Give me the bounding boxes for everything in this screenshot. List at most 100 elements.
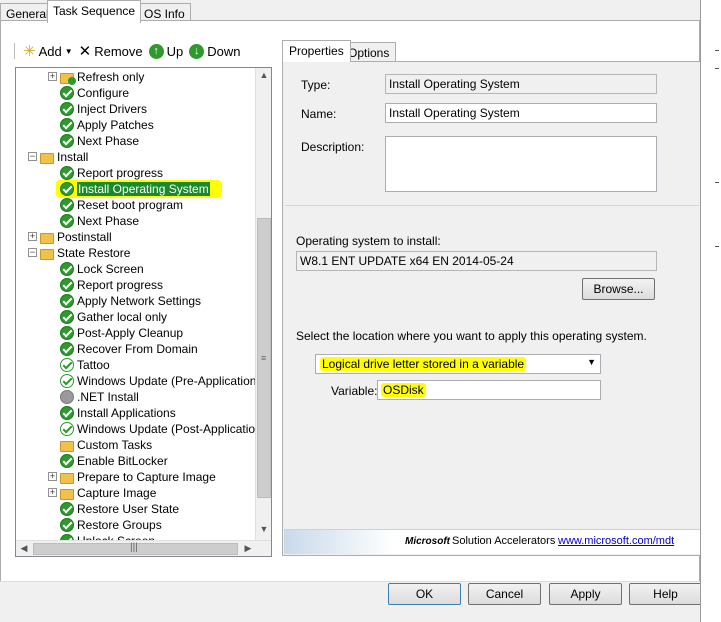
tree-item[interactable]: Tattoo [60, 357, 110, 373]
tree-item[interactable]: Windows Update (Pre-Application Inst [60, 373, 256, 389]
tree-item-label: Windows Update (Post-Application Ins [77, 422, 256, 436]
tree-item[interactable]: Report progress [60, 277, 163, 293]
tree-item-label: Enable BitLocker [77, 454, 168, 468]
tree-item[interactable]: − State Restore [28, 245, 130, 261]
description-field[interactable] [385, 136, 657, 192]
scroll-up-icon[interactable]: ▲ [256, 70, 271, 80]
browse-button[interactable]: Browse... [582, 278, 655, 300]
down-button[interactable]: ↓ Down [189, 43, 241, 59]
folder-icon [40, 152, 54, 164]
location-select[interactable]: Logical drive letter stored in a variabl… [315, 354, 601, 374]
down-label: Down [207, 43, 241, 59]
mdt-link[interactable]: www.microsoft.com/mdt [558, 535, 674, 547]
type-label: Type: [301, 78, 331, 92]
tree-item[interactable]: .NET Install [60, 389, 139, 405]
expand-icon[interactable]: + [48, 72, 57, 81]
tree-item-label: Apply Network Settings [77, 294, 202, 308]
collapse-icon[interactable]: − [28, 152, 37, 161]
check-icon [60, 262, 74, 276]
collapse-icon[interactable]: − [28, 248, 37, 257]
tree-item-label: Custom Tasks [77, 438, 153, 452]
tree-item[interactable]: Install Applications [60, 405, 176, 421]
tree-item[interactable]: Configure [60, 85, 129, 101]
tree-item[interactable]: + Postinstall [28, 229, 112, 245]
cancel-button[interactable]: Cancel [468, 583, 541, 605]
tree-item[interactable]: Next Phase [60, 133, 139, 149]
tree-item[interactable]: Post-Apply Cleanup [60, 325, 183, 341]
tree-item-label: Install [57, 150, 89, 164]
check-outline-icon [60, 358, 74, 372]
tab-properties[interactable]: Properties [282, 40, 351, 62]
tree-item[interactable]: Install Operating System [56, 180, 222, 198]
tree-scroll-thumb[interactable]: ≡ [257, 218, 271, 498]
add-button[interactable]: ✳ Add ▼ [23, 42, 73, 60]
tree-item[interactable]: + Capture Image [48, 485, 156, 501]
tree-item-label: Next Phase [77, 214, 140, 228]
up-button[interactable]: ↑ Up [148, 43, 183, 59]
edge-mark [715, 68, 719, 69]
expand-icon[interactable]: + [28, 232, 37, 241]
variable-field[interactable]: OSDisk [377, 380, 601, 400]
tree-item-label: Report progress [77, 166, 164, 180]
tab-task-sequence[interactable]: Task Sequence [47, 0, 142, 23]
expand-icon[interactable]: + [48, 488, 57, 497]
scroll-down-icon[interactable]: ▼ [256, 524, 271, 534]
tree-item-label: Apply Patches [77, 118, 154, 132]
tree-item[interactable]: Inject Drivers [60, 101, 147, 117]
tree-item[interactable]: Enable BitLocker [60, 453, 168, 469]
check-icon [60, 182, 74, 196]
tree-item[interactable]: Windows Update (Post-Application Ins [60, 421, 256, 437]
name-field[interactable]: Install Operating System [385, 103, 657, 123]
folder-icon [60, 440, 74, 452]
apply-button[interactable]: Apply [549, 583, 622, 605]
help-button[interactable]: Help [629, 583, 702, 605]
tree-item[interactable]: − Install [28, 149, 89, 165]
task-sequence-toolbar: ✳ Add ▼ ✕ Remove ↑ Up ↓ Down [14, 40, 272, 62]
expand-icon[interactable]: + [48, 472, 57, 481]
scroll-right-icon[interactable]: ▶ [240, 543, 256, 554]
tree-item[interactable]: Apply Patches [60, 117, 154, 133]
remove-icon: ✕ [78, 43, 92, 60]
microsoft-logo: Microsoft [405, 536, 450, 547]
branding-graphic [284, 530, 394, 554]
tree-item[interactable]: Lock Screen [60, 261, 144, 277]
check-icon [60, 134, 74, 148]
tree-item[interactable]: Next Phase [60, 213, 139, 229]
tree-item-label: Gather local only [77, 310, 168, 324]
folder-icon [60, 488, 74, 500]
edge-mark [715, 50, 719, 51]
tree-item-label: Postinstall [57, 230, 112, 244]
tree-item[interactable]: Apply Network Settings [60, 293, 201, 309]
task-sequence-tree[interactable]: + Refresh only Configure Inject Drivers Appl… [15, 67, 272, 557]
scroll-left-icon[interactable]: ◀ [16, 543, 32, 554]
tree-item[interactable]: Reset boot program [60, 197, 183, 213]
background-window-edge [700, 0, 721, 622]
tree-item-label: Report progress [77, 278, 164, 292]
folder-icon [40, 232, 54, 244]
tree-item[interactable]: Gather local only [60, 309, 167, 325]
tree-item[interactable]: Report progress [60, 165, 163, 181]
chevron-down-icon: ▼ [587, 357, 596, 367]
check-icon [60, 310, 74, 324]
location-label: Select the location where you want to ap… [296, 329, 647, 343]
tree-item[interactable]: Restore Groups [60, 517, 162, 533]
name-label: Name: [301, 107, 337, 121]
check-icon [60, 166, 74, 180]
tree-item[interactable]: Restore User State [60, 501, 179, 517]
grip-icon: ≡ [261, 353, 267, 363]
tree-item[interactable]: Custom Tasks [60, 437, 152, 453]
tree-item-label: Lock Screen [77, 262, 144, 276]
properties-panel: Type: Install Operating System Name: Ins… [282, 61, 702, 556]
tree-item[interactable]: + Refresh only [48, 69, 144, 85]
ok-button[interactable]: OK [388, 583, 461, 605]
tree-item[interactable]: Unlock Screen [60, 533, 155, 540]
tree-item[interactable]: Recover From Domain [60, 341, 198, 357]
tree-item[interactable]: + Prepare to Capture Image [48, 469, 216, 485]
remove-button[interactable]: ✕ Remove [79, 42, 143, 60]
tree-vertical-scrollbar[interactable]: ▲ ≡ ▼ [255, 68, 271, 540]
tree-hscroll-thumb[interactable]: ||| [33, 542, 238, 555]
check-icon [60, 518, 74, 532]
check-icon [60, 294, 74, 308]
tree-horizontal-scrollbar[interactable]: ◀ ||| ▶ [16, 540, 271, 556]
check-icon [60, 102, 74, 116]
